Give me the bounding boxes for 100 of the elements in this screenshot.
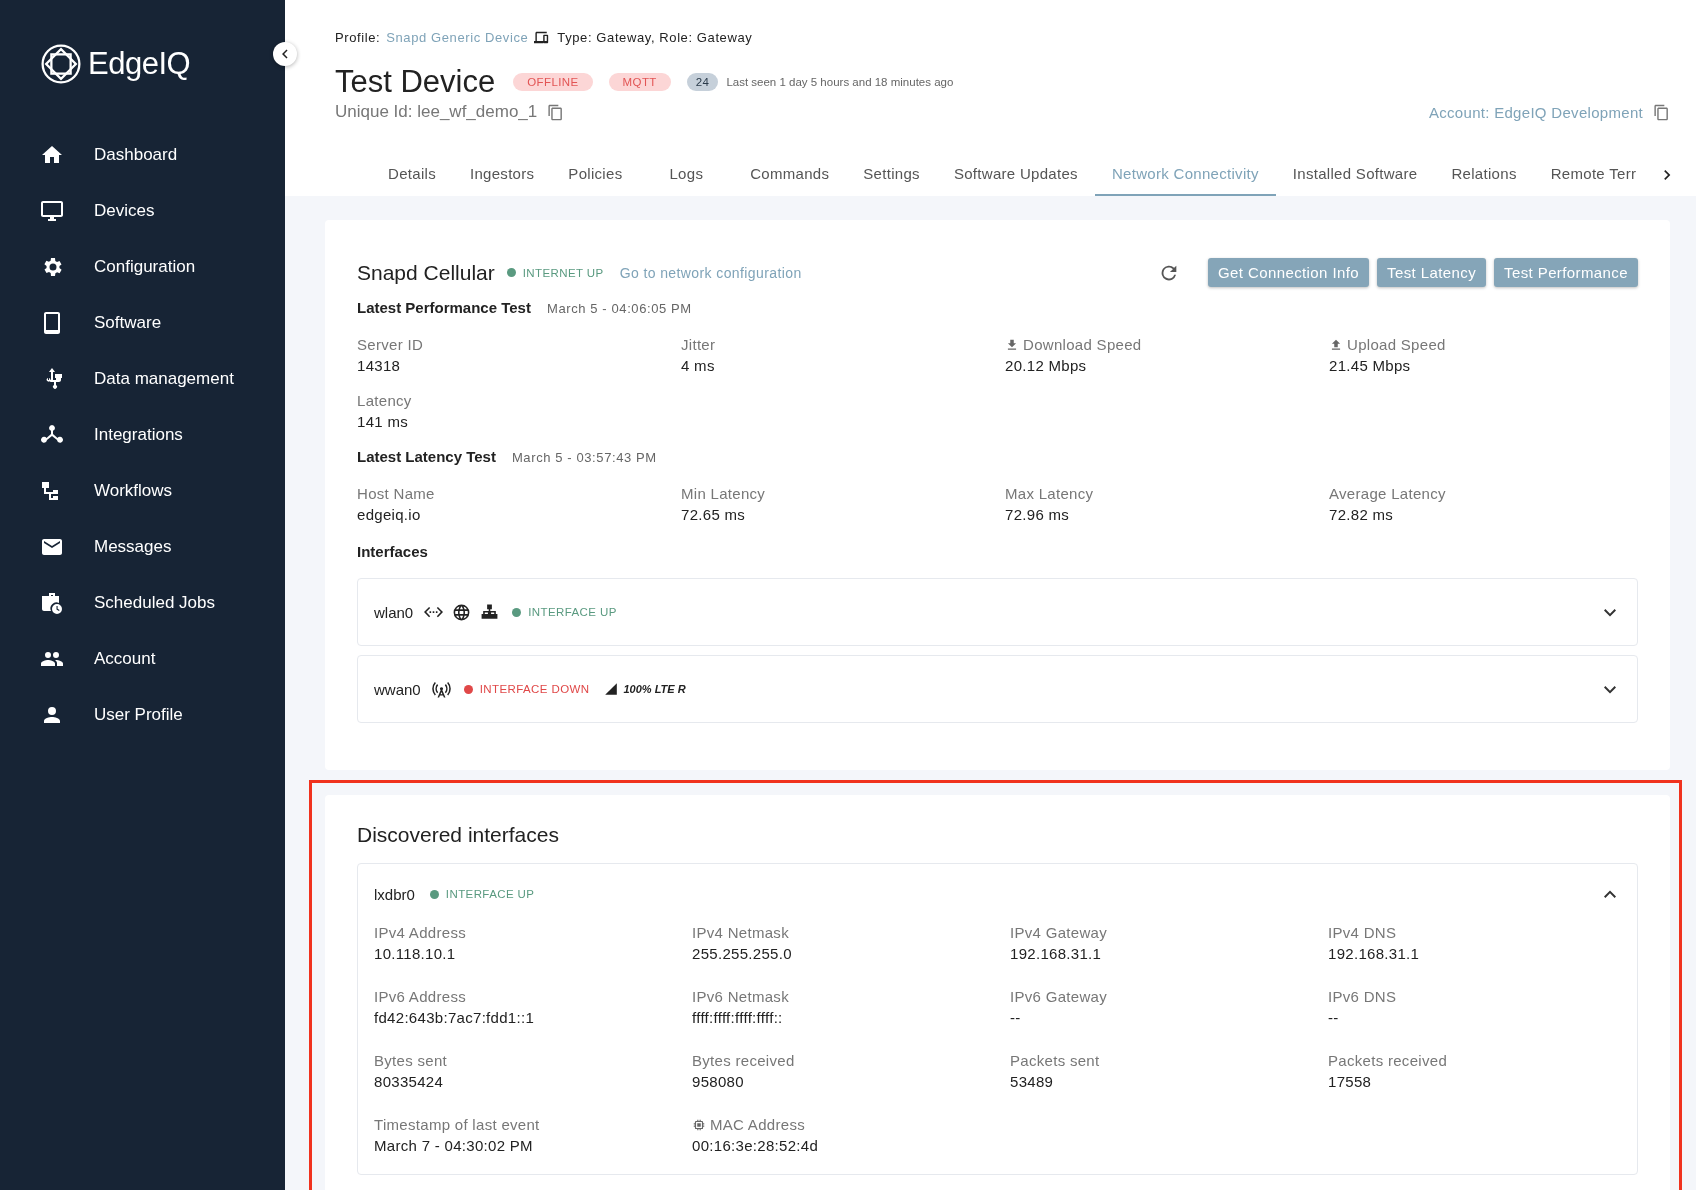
collapse-button[interactable] [1603,889,1617,899]
card-title: Snapd Cellular [357,260,495,285]
field-label: Latency [357,392,412,409]
field-value: 10.118.10.1 [374,945,457,962]
timestamp: March 5 - 03:57:43 PM [511,450,657,465]
globe-icon [452,602,472,622]
field-value: 72.65 ms [681,506,747,523]
last-seen-text: Last seen 1 day 5 hours and 18 minutes ago [726,76,954,88]
field-label: IPv4 Address [374,924,466,941]
copy-icon[interactable] [1653,103,1670,121]
profile-label: Profile: [335,30,381,45]
signal-icon [604,682,619,696]
chevron-down-icon [1603,607,1617,617]
nav-item[interactable]: Messages [0,519,285,575]
upload-icon [1329,337,1343,352]
field-value: 21.45 Mbps [1329,357,1412,374]
nav-item[interactable]: Software [0,295,285,351]
interface-name: wlan0 [374,603,414,621]
device-title: Test Device [335,64,496,100]
nav-item[interactable]: Devices [0,183,285,239]
section-title: Interfaces [357,543,429,560]
interface-name: lxdbr0 [374,885,415,903]
nav-item[interactable]: Workflows [0,463,285,519]
section-title: Latest Performance Test [357,299,531,316]
field-value: 72.82 ms [1329,506,1395,523]
field-label: Min Latency [681,485,766,502]
tab[interactable]: Ingestors [452,154,552,196]
field-label: IPv6 Address [374,988,466,1005]
tab[interactable]: Relations [1434,154,1534,196]
field-value: -- [1328,1009,1340,1026]
field-label: Packets received [1328,1052,1448,1069]
field-value: edgeiq.io [357,506,422,523]
field-label: IPv6 DNS [1328,988,1397,1005]
field-label: Host Name [357,485,435,502]
field-value: 20.12 Mbps [1005,357,1088,374]
field-value: ffff:ffff:ffff:ffff:: [692,1009,784,1026]
tab[interactable]: Details [371,154,453,196]
field-label: Bytes sent [374,1052,448,1069]
timestamp: March 5 - 04:06:05 PM [546,301,692,316]
field-value: March 7 - 04:30:02 PM [374,1137,534,1154]
field-label: Average Latency [1329,485,1446,502]
field-label: Max Latency [1005,485,1094,502]
field-label: Timestamp of last event [374,1116,540,1133]
nav-item[interactable]: Configuration [0,239,285,295]
field-value: 4 ms [681,357,716,374]
nav-item[interactable]: Account [0,631,285,687]
monitor-icon [40,199,64,223]
field-value: -- [1010,1009,1022,1026]
tab[interactable]: Commands [733,154,847,196]
chevron-up-icon [1603,889,1617,899]
field-label: IPv4 DNS [1328,924,1397,941]
status-badge: OFFLINE [513,73,593,91]
field-label: IPv6 Gateway [1010,988,1107,1005]
collapse-button[interactable] [273,42,297,66]
field-value: 14318 [357,357,402,374]
status-label: INTERNET UP [522,266,604,279]
tab[interactable]: Installed Software [1275,154,1435,196]
chip-icon [692,1117,706,1132]
logo-text: EdgeIQ [88,46,191,82]
nav-item[interactable]: Dashboard [0,127,285,183]
field-label: IPv6 Netmask [692,988,789,1005]
field-value: 80335424 [374,1073,445,1090]
chevron-down-icon [1603,684,1617,694]
status-label: INTERFACE DOWN [479,683,590,695]
network-icon [480,602,500,622]
tab[interactable]: Settings [846,154,937,196]
nav-item[interactable]: Data management [0,351,285,407]
field-value: 958080 [692,1073,745,1090]
expand-button[interactable] [1603,684,1617,694]
field-label: Jitter [681,336,716,353]
tab[interactable]: Software Updates [936,154,1095,196]
field-label: Download Speed [1023,336,1142,353]
device-type-text: Type: Gateway, Role: Gateway [557,30,753,45]
nav-item[interactable]: User Profile [0,687,285,743]
nav-item[interactable]: Scheduled Jobs [0,575,285,631]
field-label: Upload Speed [1347,336,1446,353]
antenna-icon [431,679,451,699]
tab[interactable]: Policies [551,154,640,196]
field-label: Bytes received [692,1052,795,1069]
expand-button[interactable] [1603,607,1617,617]
field-value: 00:16:3e:28:52:4d [692,1137,820,1154]
field-label: MAC Address [710,1116,805,1133]
field-label: Packets sent [1010,1052,1100,1069]
status-label: INTERFACE UP [528,606,617,618]
tab[interactable]: Logs [639,154,734,196]
field-label: IPv4 Netmask [692,924,789,941]
copy-icon[interactable] [547,103,565,121]
card-title: Discovered interfaces [357,823,560,847]
field-value: 141 ms [357,413,409,430]
briefcase-clock-icon [40,591,64,615]
tab[interactable]: Remote Terr [1533,154,1654,196]
nav-item[interactable]: Integrations [0,407,285,463]
count-badge: 24 [686,73,719,91]
field-value: 192.168.31.1 [1328,945,1421,962]
field-value: fd42:643b:7ac7:fdd1::1 [374,1009,536,1026]
field-value: 255.255.255.0 [692,945,793,962]
logo-icon [40,43,82,85]
unique-id-text: Unique Id: lee_wf_demo_1 [335,102,538,122]
field-value: 72.96 ms [1005,506,1071,523]
field-label: IPv4 Gateway [1010,924,1107,941]
